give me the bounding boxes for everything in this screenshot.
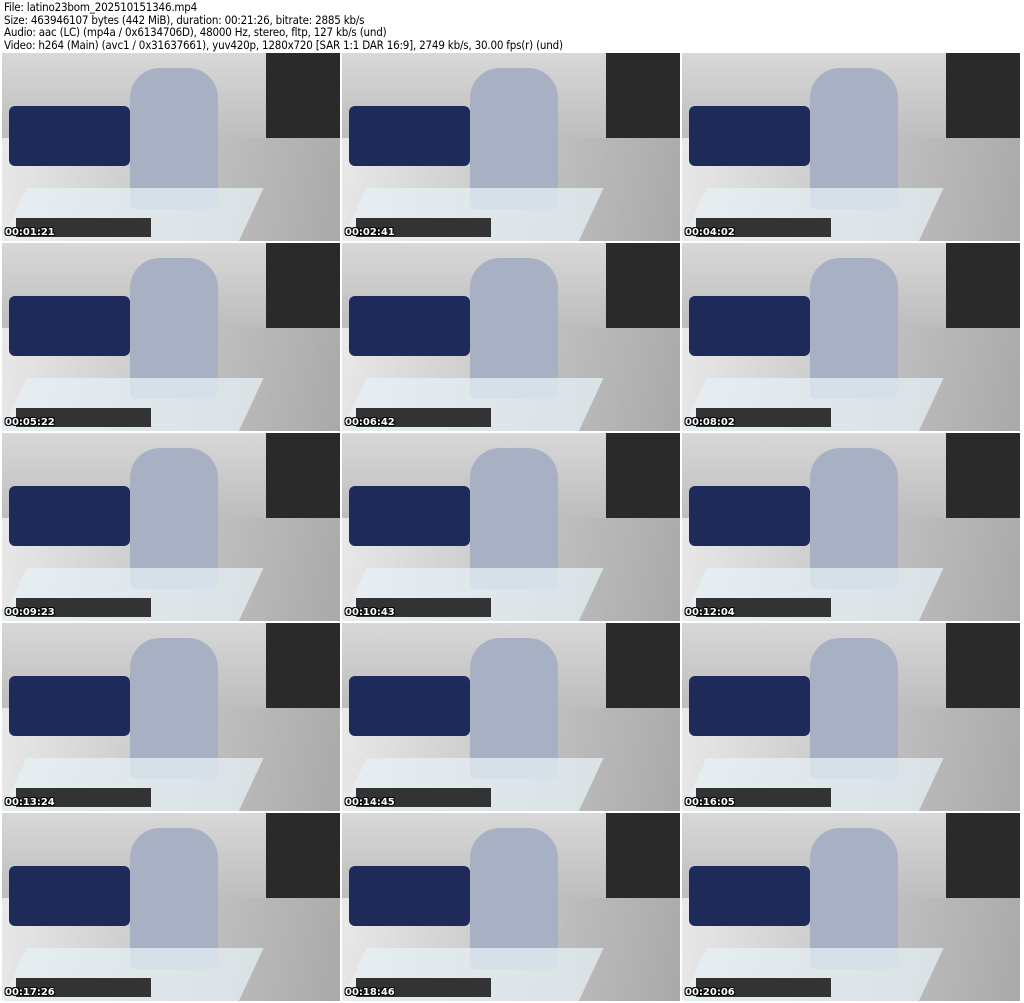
thumbnail-timestamp: 00:08:02 — [685, 417, 735, 428]
thumbnail-scene-sofa — [8, 105, 131, 166]
thumbnail-scene-shelf — [605, 53, 680, 138]
thumbnail-scene-sofa — [8, 675, 131, 736]
thumbnail-timestamp: 00:05:22 — [5, 417, 55, 428]
thumbnail-scene-sofa — [348, 295, 471, 356]
file-name: File: latino23bom_202510151346.mp4 — [4, 0, 198, 14]
thumbnail-scene-shelf — [945, 53, 1020, 138]
thumbnail-timestamp: 00:18:46 — [345, 987, 395, 998]
thumbnail-scene-shelf — [265, 53, 340, 138]
video-thumbnail[interactable]: 00:14:45 — [342, 623, 680, 811]
thumbnail-scene-sofa — [348, 865, 471, 926]
thumbnail-scene-sofa — [688, 675, 811, 736]
thumbnail-scene-shelf — [945, 243, 1020, 328]
video-thumbnail[interactable]: 00:10:43 — [342, 433, 680, 621]
thumbnail-scene-sofa — [348, 485, 471, 546]
video-thumbnail[interactable]: 00:09:23 — [2, 433, 340, 621]
video-thumbnail[interactable]: 00:16:05 — [682, 623, 1020, 811]
thumbnail-scene-shelf — [605, 243, 680, 328]
thumbnail-timestamp: 00:16:05 — [685, 797, 735, 808]
thumbnail-timestamp: 00:01:21 — [5, 227, 55, 238]
video-thumbnail[interactable]: 00:18:46 — [342, 813, 680, 1001]
file-info-header: File: latino23bom_202510151346.mp4 Size:… — [4, 1, 563, 51]
thumbnail-scene-sofa — [688, 485, 811, 546]
thumbnail-timestamp: 00:04:02 — [685, 227, 735, 238]
thumbnail-scene-shelf — [605, 623, 680, 708]
thumbnail-timestamp: 00:10:43 — [345, 607, 395, 618]
video-thumbnail[interactable]: 00:17:26 — [2, 813, 340, 1001]
video-thumbnail[interactable]: 00:04:02 — [682, 53, 1020, 241]
thumbnail-scene-sofa — [688, 105, 811, 166]
thumbnail-scene-shelf — [265, 243, 340, 328]
video-thumbnail[interactable]: 00:06:42 — [342, 243, 680, 431]
thumbnail-grid: 00:01:21 00:02:41 00:04:02 00:05:22 00:06:42… — [2, 53, 1020, 1001]
thumbnail-scene-sofa — [688, 865, 811, 926]
video-thumbnail[interactable]: 00:08:02 — [682, 243, 1020, 431]
video-thumbnail[interactable]: 00:20:06 — [682, 813, 1020, 1001]
thumbnail-timestamp: 00:02:41 — [345, 227, 395, 238]
audio-info: Audio: aac (LC) (mp4a / 0x6134706D), 480… — [4, 25, 387, 39]
thumbnail-timestamp: 00:06:42 — [345, 417, 395, 428]
thumbnail-scene-sofa — [348, 105, 471, 166]
thumbnail-scene-sofa — [688, 295, 811, 356]
thumbnail-timestamp: 00:09:23 — [5, 607, 55, 618]
thumbnail-timestamp: 00:20:06 — [685, 987, 735, 998]
thumbnail-scene-shelf — [945, 813, 1020, 898]
video-thumbnail[interactable]: 00:12:04 — [682, 433, 1020, 621]
video-thumbnail[interactable]: 00:02:41 — [342, 53, 680, 241]
thumbnail-scene-shelf — [265, 433, 340, 518]
thumbnail-scene-shelf — [945, 623, 1020, 708]
thumbnail-scene-shelf — [265, 623, 340, 708]
thumbnail-scene-sofa — [8, 485, 131, 546]
video-thumbnail[interactable]: 00:13:24 — [2, 623, 340, 811]
thumbnail-scene-sofa — [348, 675, 471, 736]
thumbnail-timestamp: 00:14:45 — [345, 797, 395, 808]
video-thumbnail[interactable]: 00:01:21 — [2, 53, 340, 241]
thumbnail-scene-sofa — [8, 295, 131, 356]
thumbnail-scene-sofa — [8, 865, 131, 926]
thumbnail-scene-shelf — [945, 433, 1020, 518]
video-info: Video: h264 (Main) (avc1 / 0x31637661), … — [4, 37, 563, 52]
thumbnail-scene-shelf — [265, 813, 340, 898]
thumbnail-timestamp: 00:17:26 — [5, 987, 55, 998]
video-thumbnail[interactable]: 00:05:22 — [2, 243, 340, 431]
thumbnail-scene-shelf — [605, 813, 680, 898]
thumbnail-timestamp: 00:12:04 — [685, 607, 735, 618]
thumbnail-timestamp: 00:13:24 — [5, 797, 55, 808]
thumbnail-scene-shelf — [605, 433, 680, 518]
